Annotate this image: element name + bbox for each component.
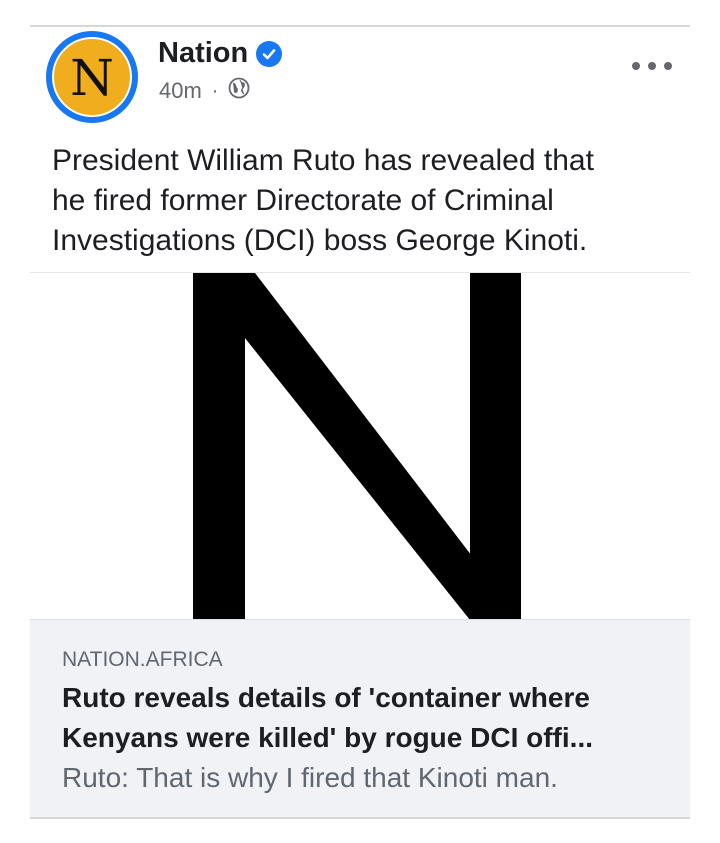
avatar-letter: N (70, 49, 114, 107)
feed-post: N Nation 40m · President William Ruto ha… (30, 27, 690, 818)
globe-icon[interactable] (228, 77, 250, 105)
caption-line: he fired former Directorate of Criminal (52, 184, 554, 217)
more-dot (632, 62, 640, 70)
post-timestamp[interactable]: 40m (159, 78, 202, 104)
link-headline: Ruto reveals details of 'container where… (62, 678, 672, 758)
link-preview-image[interactable]: N (30, 272, 690, 620)
more-options-icon[interactable] (632, 51, 672, 81)
link-domain: NATION.AFRICA (62, 648, 223, 671)
headline-line: Kenyans were killed' by rogue DCI offi..… (62, 722, 594, 753)
caption-line: President William Ruto has revealed that (52, 144, 594, 177)
meta-separator: · (211, 79, 219, 102)
page-avatar[interactable]: N (46, 31, 138, 123)
more-dot (664, 62, 672, 70)
link-description: Ruto: That is why I fired that Kinoti ma… (62, 762, 558, 793)
link-preview-card[interactable]: NATION.AFRICA Ruto reveals details of 'c… (30, 619, 690, 818)
avatar-logo: N (52, 37, 132, 117)
bottom-divider (30, 817, 690, 819)
post-caption: President William Ruto has revealed that… (52, 141, 672, 261)
post-header-name: Nation (158, 37, 283, 70)
post-meta: 40m · (159, 77, 250, 105)
more-dot (648, 62, 656, 70)
nation-logo-letter: N (193, 273, 521, 620)
page-name-link[interactable]: Nation (158, 37, 248, 70)
verified-check-icon (256, 40, 283, 67)
caption-line: Investigations (DCI) boss George Kinoti. (52, 224, 588, 257)
headline-line: Ruto reveals details of 'container where (62, 682, 590, 713)
